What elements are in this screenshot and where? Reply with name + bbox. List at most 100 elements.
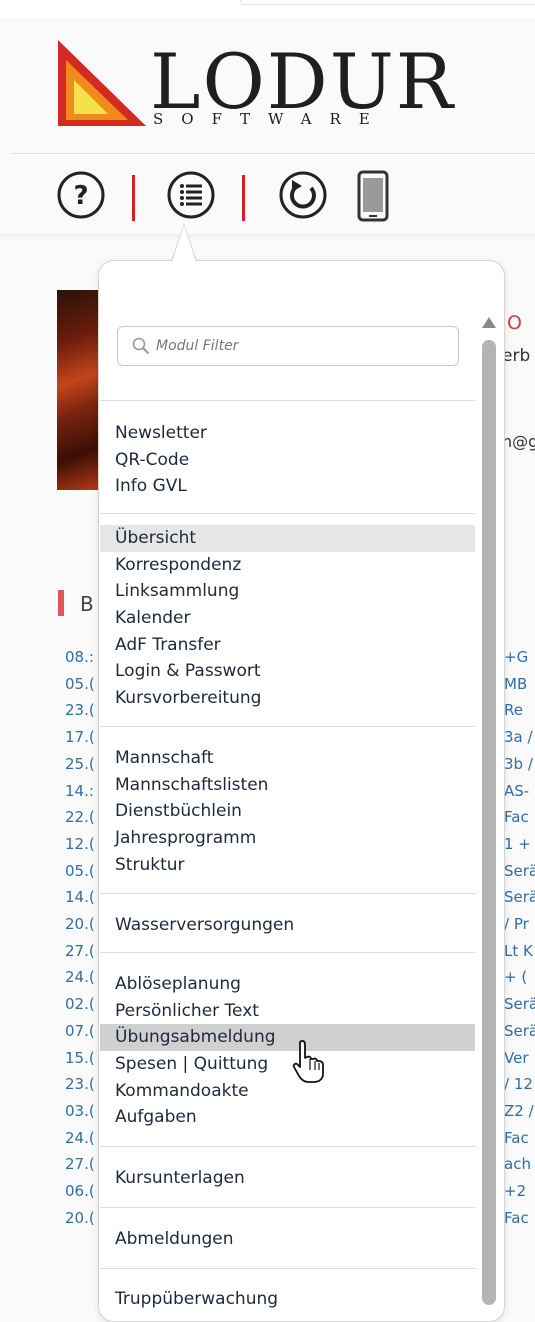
menu-item[interactable]: AdF Transfer — [100, 632, 475, 659]
date-cell[interactable]: 22.( — [65, 804, 95, 831]
entry-cell[interactable]: Serä — [504, 1018, 535, 1045]
date-cell[interactable]: 23.( — [65, 1071, 95, 1098]
entry-cell[interactable]: Z2 / — [504, 1098, 535, 1125]
menu-item[interactable]: Übersicht — [100, 525, 475, 552]
entry-cell[interactable]: / Pr — [504, 911, 535, 938]
date-cell[interactable]: 20.( — [65, 911, 95, 938]
menu-item[interactable]: Korrespondenz — [100, 552, 475, 579]
entry-cell[interactable]: Fac — [504, 1205, 535, 1232]
menu-group: Mannschaft Mannschaftslisten Dienstbüchlei… — [100, 745, 475, 878]
menu-item[interactable]: Mannschaft — [100, 745, 475, 772]
menu-item[interactable]: Login & Passwort — [100, 658, 475, 685]
entry-cell[interactable]: ach — [504, 1151, 535, 1178]
entry-cell[interactable]: Lt K — [504, 938, 535, 965]
date-cell[interactable]: 02.( — [65, 991, 95, 1018]
email-fragment: n@g — [502, 432, 535, 451]
svg-text:?: ? — [73, 181, 88, 211]
entry-cell[interactable]: 3b / — [504, 751, 535, 778]
search-icon — [132, 337, 150, 355]
scrollbar-thumb[interactable] — [482, 340, 496, 1305]
module-filter-input[interactable] — [156, 335, 446, 357]
menu-item[interactable]: Struktur — [100, 852, 475, 879]
hand-pointer-cursor-icon — [292, 1040, 324, 1083]
date-cell[interactable]: 24.( — [65, 964, 95, 991]
date-cell[interactable]: 25.( — [65, 751, 95, 778]
entry-cell[interactable]: Serä — [504, 858, 535, 885]
menu-item[interactable]: Mannschaftslisten — [100, 772, 475, 799]
date-cell[interactable]: 06.( — [65, 1178, 95, 1205]
date-cell[interactable]: 27.( — [65, 938, 95, 965]
date-cell[interactable]: 23.( — [65, 697, 95, 724]
date-cell[interactable]: 05.( — [65, 858, 95, 885]
help-icon[interactable]: ? — [56, 170, 106, 220]
menu-item[interactable]: Truppüberwachung — [100, 1286, 475, 1313]
date-cell[interactable]: 20.( — [65, 1205, 95, 1232]
menu-item[interactable]: Kalender — [100, 605, 475, 632]
menu-item[interactable]: Wasserversorgungen — [100, 912, 475, 939]
entry-cell[interactable]: +2 — [504, 1178, 535, 1205]
logo-subtitle: SOFTWARE — [153, 110, 388, 128]
menu-item[interactable]: Kommandoakte — [100, 1078, 475, 1105]
menu-item[interactable]: Ablöseplanung — [100, 971, 475, 998]
menu-item[interactable]: Spesen | Quittung — [100, 1051, 475, 1078]
menu-group: Truppüberwachung — [100, 1286, 475, 1313]
menu-item[interactable]: Newsletter — [100, 420, 475, 447]
entry-cell[interactable]: Fac — [504, 804, 535, 831]
menu-item[interactable]: Linksammlung — [100, 578, 475, 605]
entry-column: +G MB Re 3a /3b / AS- Fac 1 + Serä Serä / Pr Lt K +… — [504, 644, 535, 1231]
date-cell[interactable]: 27.( — [65, 1151, 95, 1178]
entry-cell[interactable]: MB — [504, 671, 535, 698]
menu-divider — [100, 726, 475, 727]
entry-cell[interactable]: / 12 — [504, 1071, 535, 1098]
date-cell[interactable]: 15.( — [65, 1045, 95, 1072]
date-cell[interactable]: 03.( — [65, 1098, 95, 1125]
menu-group: Newsletter QR-Code Info GVL — [100, 420, 475, 500]
top-bar — [0, 0, 535, 18]
entry-cell[interactable]: Serä — [504, 991, 535, 1018]
menu-item[interactable]: Übungsabmeldung — [100, 1024, 475, 1052]
module-filter[interactable] — [117, 326, 459, 366]
menu-item[interactable]: Kursunterlagen — [100, 1165, 475, 1192]
refresh-icon[interactable] — [278, 170, 328, 220]
entry-cell[interactable]: Serä — [504, 884, 535, 911]
scroll-up-arrow-icon[interactable] — [482, 317, 496, 328]
menu-item[interactable]: Aufgaben — [100, 1104, 475, 1131]
entry-cell[interactable]: +G — [504, 644, 535, 671]
list-menu-icon[interactable] — [166, 170, 216, 220]
menu-group: Übersicht Korrespondenz Linksammlung Kalend… — [100, 525, 475, 712]
menu-divider — [100, 1207, 475, 1208]
date-cell[interactable]: 14.( — [65, 884, 95, 911]
entry-cell[interactable]: 1 + — [504, 831, 535, 858]
menu-item[interactable]: QR-Code — [100, 447, 475, 474]
menu-divider — [100, 893, 475, 894]
entry-cell[interactable]: Fac — [504, 1125, 535, 1152]
profile-photo — [57, 290, 99, 490]
toolbar-separator — [242, 175, 245, 221]
entry-cell[interactable]: Ver — [504, 1045, 535, 1072]
entry-cell[interactable]: Re — [504, 697, 535, 724]
entry-cell[interactable]: AS- — [504, 778, 535, 805]
section-title-fragment: B — [80, 592, 94, 616]
menu-group: Ablöseplanung Persönlicher Text Übungsabme… — [100, 971, 475, 1131]
date-cell[interactable]: 05.( — [65, 671, 95, 698]
menu-item[interactable]: Dienstbüchlein — [100, 798, 475, 825]
toolbar-separator — [132, 175, 135, 221]
right-heading-fragment: O — [507, 312, 522, 334]
lodur-logo-icon — [58, 40, 146, 126]
date-cell[interactable]: 07.( — [65, 1018, 95, 1045]
menu-divider — [100, 1268, 475, 1269]
entry-cell[interactable]: + ( — [504, 964, 535, 991]
menu-item[interactable]: Jahresprogramm — [100, 825, 475, 852]
date-cell[interactable]: 17.( — [65, 724, 95, 751]
date-cell[interactable]: 12.( — [65, 831, 95, 858]
mobile-phone-icon[interactable] — [357, 170, 389, 222]
date-cell[interactable]: 08.: — [65, 644, 95, 671]
menu-item[interactable]: Persönlicher Text — [100, 998, 475, 1025]
date-cell[interactable]: 14.: — [65, 778, 95, 805]
menu-group: Wasserversorgungen — [100, 912, 475, 939]
menu-item[interactable]: Info GVL — [100, 473, 475, 500]
date-cell[interactable]: 24.( — [65, 1125, 95, 1152]
menu-item[interactable]: Abmeldungen — [100, 1226, 475, 1253]
menu-item[interactable]: Kursvorbereitung — [100, 685, 475, 712]
entry-cell[interactable]: 3a / — [504, 724, 535, 751]
